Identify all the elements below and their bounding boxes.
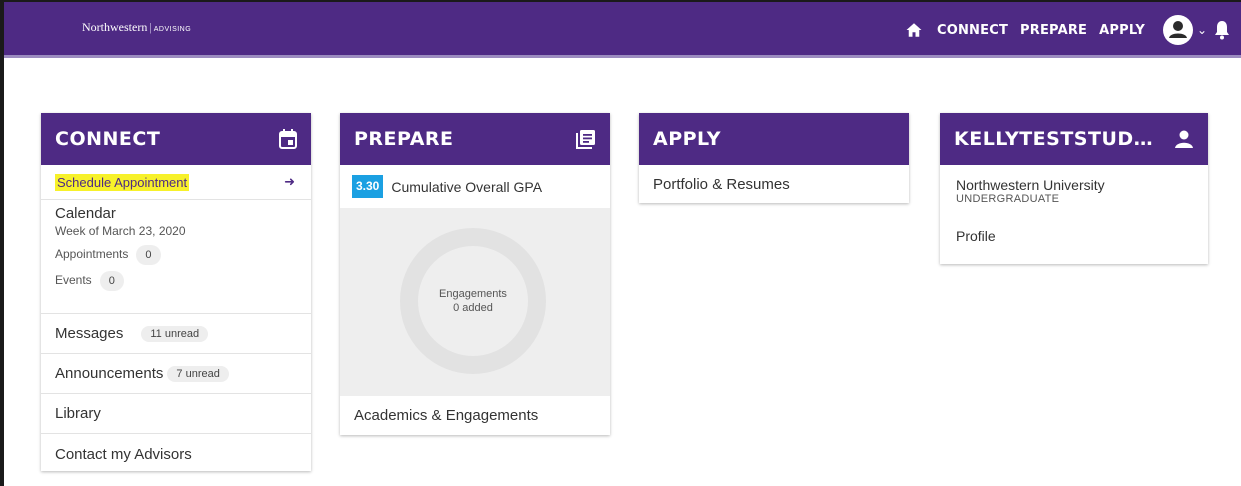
calendar-week: Week of March 23, 2020 [55,224,186,238]
profile-card-body: Northwestern University UNDERGRADUATE Pr… [940,165,1208,244]
gpa-row[interactable]: 3.30 Cumulative Overall GPA [340,165,610,208]
calendar-label: Calendar [55,205,116,222]
schedule-appointment-row[interactable]: Schedule Appointment ➜ [41,165,311,200]
calendar-section[interactable]: Calendar Week of March 23, 2020 Appointm… [41,200,311,314]
profile-link[interactable]: Profile [956,228,1192,244]
user-silhouette-icon [1168,21,1187,38]
contact-advisors-label: Contact my Advisors [55,445,192,463]
profile-university: Northwestern University [956,177,1105,193]
document-list-icon [576,130,595,149]
contact-advisors-row[interactable]: Contact my Advisors [41,434,311,474]
brand-name: Northwestern [82,20,148,34]
brand-subtitle: ADVISING [153,26,192,33]
apply-card: APPLY Portfolio & Resumes [639,113,909,203]
library-row[interactable]: Library [41,394,311,434]
profile-card-title: KELLYTESTSTUD… [954,128,1154,150]
events-line: Events 0 [55,271,297,291]
announcements-row[interactable]: Announcements 7 unread [41,354,311,394]
events-label: Events [55,273,92,288]
events-count-badge: 0 [99,271,124,291]
engagements-label: Engagements [439,288,507,300]
window-frame-left [0,0,4,486]
announcements-unread-badge: 7 unread [167,365,229,382]
messages-row[interactable]: Messages 11 unread [41,314,311,354]
gpa-badge: 3.30 [352,175,384,198]
nav-apply[interactable]: APPLY [1099,23,1145,38]
nav-connect[interactable]: CONNECT [937,23,1008,38]
main-nav: CONNECT PREPARE APPLY ⌄ [905,2,1241,58]
person-icon [1175,130,1193,148]
user-avatar-icon[interactable] [1162,15,1193,45]
connect-card-title: CONNECT [55,128,161,150]
brand-logo[interactable]: Northwestern | ADVISING [82,20,191,35]
home-icon[interactable] [905,21,923,39]
prepare-card-header: PREPARE [340,113,610,165]
academics-engagements-link[interactable]: Academics & Engagements [340,396,610,435]
messages-label: Messages [55,325,124,342]
profile-level: UNDERGRADUATE [956,193,1060,205]
connect-card: CONNECT Schedule Appointment ➜ Calendar … [41,113,311,471]
arrow-right-icon[interactable]: ➜ [284,174,295,190]
engagements-chart-area: Engagements 0 added [340,208,610,396]
engagements-count: 0 added [453,302,493,314]
connect-card-header: CONNECT [41,113,311,165]
prepare-card-title: PREPARE [354,128,454,150]
prepare-card: PREPARE 3.30 Cumulative Overall GPA Enga… [340,113,610,435]
gpa-label: Cumulative Overall GPA [391,178,543,195]
top-navigation-bar: Northwestern | ADVISING CONNECT PREPARE AP… [4,2,1241,58]
messages-unread-badge: 11 unread [141,325,209,342]
profile-card: KELLYTESTSTUD… Northwestern University U… [940,113,1208,264]
apply-card-header: APPLY [639,113,909,165]
appointments-label: Appointments [55,247,129,262]
calendar-icon [279,129,297,149]
engagements-donut: Engagements 0 added [400,228,546,374]
appointments-count-badge: 0 [136,245,161,265]
announcements-label: Announcements [55,365,164,382]
brand-separator: | [149,20,152,34]
library-label: Library [55,405,101,422]
apply-card-title: APPLY [653,128,721,150]
bell-icon[interactable] [1213,20,1231,40]
portfolio-resumes-link[interactable]: Portfolio & Resumes [639,165,909,203]
nav-prepare[interactable]: PREPARE [1020,23,1087,38]
appointments-line: Appointments 0 [55,245,297,265]
profile-card-header: KELLYTESTSTUD… [940,113,1208,165]
schedule-appointment-link[interactable]: Schedule Appointment [55,173,190,191]
chevron-down-icon[interactable]: ⌄ [1197,23,1207,37]
